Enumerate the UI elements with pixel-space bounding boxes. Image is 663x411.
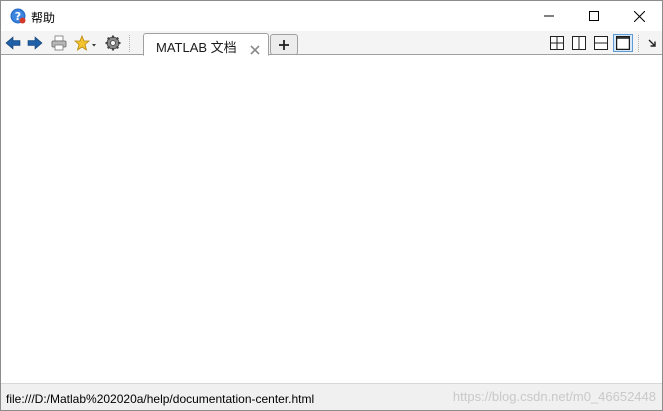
forward-arrow-icon[interactable] (26, 34, 44, 52)
toolbar: MATLAB 文档 (1, 31, 662, 56)
tile-grid-icon[interactable] (547, 34, 567, 52)
plus-icon (279, 39, 289, 50)
toolbar-separator (129, 35, 131, 52)
undock-arrow-icon[interactable] (645, 36, 659, 50)
tab-label: MATLAB 文档 (156, 40, 237, 55)
star-icon[interactable] (73, 34, 99, 52)
status-bar: file:///D:/Matlab%202020a/help/documenta… (1, 383, 662, 410)
single-pane-icon[interactable] (613, 34, 633, 52)
watermark-text: https://blog.csdn.net/m0_46652448 (452, 389, 656, 404)
tile-horizontal-icon[interactable] (591, 34, 611, 52)
tab-close-icon[interactable] (250, 40, 262, 55)
status-url: file:///D:/Matlab%202020a/help/documenta… (6, 392, 315, 406)
window-title: 帮助 (31, 11, 56, 25)
new-tab-button[interactable] (270, 34, 298, 55)
print-icon[interactable] (50, 34, 68, 52)
tab-matlab-docs[interactable]: MATLAB 文档 (143, 33, 269, 56)
close-button[interactable] (616, 1, 662, 31)
maximize-button[interactable] (571, 1, 617, 31)
help-app-icon: ? (10, 8, 26, 24)
help-content-area[interactable] (1, 56, 662, 383)
toolbar-separator (638, 35, 640, 52)
tile-vertical-icon[interactable] (569, 34, 589, 52)
help-window: ? 帮助 MATLAB 文档 file:///D:/Matlab%202020a… (0, 0, 663, 411)
minimize-button[interactable] (526, 1, 572, 31)
title-bar: ? 帮助 (1, 1, 662, 31)
gear-icon[interactable] (104, 34, 122, 52)
back-arrow-icon[interactable] (4, 34, 22, 52)
